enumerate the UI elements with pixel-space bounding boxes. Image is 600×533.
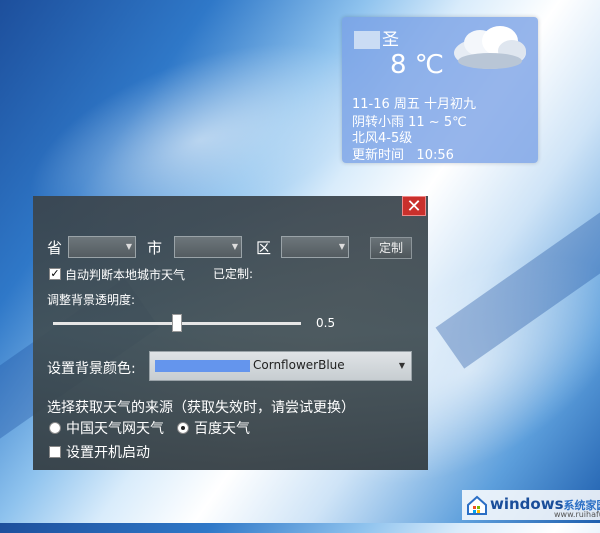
district-select[interactable]: ▼ xyxy=(281,236,349,258)
city-label: 市 xyxy=(147,239,163,257)
province-select[interactable]: ▼ xyxy=(68,236,136,258)
customize-button[interactable]: 定制 xyxy=(370,237,412,259)
opacity-label: 调整背景透明度: xyxy=(47,293,136,307)
watermark-logo: windows系统家园 www.ruihafu.com xyxy=(462,490,600,520)
weather-city: 圣 xyxy=(354,25,399,50)
bg-color-name: CornflowerBlue xyxy=(253,358,345,372)
source-label-baidu: 百度天气 xyxy=(194,421,250,437)
opacity-slider-thumb[interactable] xyxy=(172,314,182,332)
weather-temperature: 8 ℃ xyxy=(390,50,445,80)
cloud-icon xyxy=(454,26,526,69)
chevron-down-icon: ▼ xyxy=(338,242,345,251)
auto-detect-checkbox[interactable]: ✓ xyxy=(49,268,61,280)
source-label-china-weather: 中国天气网天气 xyxy=(66,421,164,437)
opacity-value: 0.5 xyxy=(316,316,336,330)
startup-checkbox[interactable] xyxy=(49,446,61,458)
weather-update: 更新时间 10:56 xyxy=(352,148,454,163)
bg-color-select[interactable]: CornflowerBlue ▼ xyxy=(149,351,412,381)
watermark-url: www.ruihafu.com xyxy=(554,510,600,519)
chevron-down-icon: ▼ xyxy=(231,242,238,251)
source-label: 选择获取天气的来源（获取失效时，请尝试更换） xyxy=(47,400,355,416)
house-logo-icon xyxy=(467,495,487,515)
chevron-down-icon: ▼ xyxy=(398,361,405,370)
startup-label: 设置开机启动 xyxy=(66,445,150,461)
source-radio-china-weather[interactable] xyxy=(49,422,61,434)
customized-label: 已定制: xyxy=(213,267,254,281)
settings-dialog: ✕ 省 ▼ 市 ▼ 区 ▼ 定制 ✓ 自动判断本地城市天气 已定制: 调整背景透… xyxy=(33,196,428,470)
weather-date: 11-16 周五 十月初九 xyxy=(352,97,477,112)
color-swatch xyxy=(155,360,250,372)
weather-widget[interactable]: 圣 8 ℃ 11-16 周五 十月初九 阴转小雨 11 ~ 5℃ 北风4-5级 … xyxy=(342,17,538,163)
source-radio-baidu[interactable] xyxy=(177,422,189,434)
close-icon[interactable]: ✕ xyxy=(402,196,426,217)
district-label: 区 xyxy=(256,239,272,257)
province-label: 省 xyxy=(47,239,63,257)
blurred-city-name xyxy=(354,31,380,49)
bg-color-label: 设置背景颜色: xyxy=(47,361,136,377)
city-select[interactable]: ▼ xyxy=(174,236,242,258)
chevron-down-icon: ▼ xyxy=(125,242,132,251)
auto-detect-label: 自动判断本地城市天气 xyxy=(65,268,186,282)
